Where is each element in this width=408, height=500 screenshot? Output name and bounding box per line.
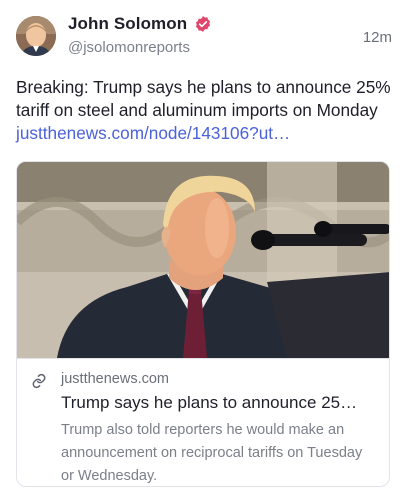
post-timestamp[interactable]: 12m: [363, 29, 392, 46]
link-preview-title[interactable]: Trump says he plans to announce 25…: [61, 393, 379, 413]
post-link[interactable]: justthenews.com/node/143106?ut…: [16, 123, 290, 143]
link-preview-domain: justthenews.com: [61, 371, 169, 387]
link-preview-meta[interactable]: justthenews.com Trump says he plans to a…: [17, 358, 389, 486]
article-photo[interactable]: [17, 162, 389, 358]
post-body-text: Breaking: Trump says he plans to announc…: [16, 77, 391, 120]
post-text: Breaking: Trump says he plans to announc…: [16, 76, 396, 145]
post[interactable]: John Solomon @jsolomonreports 12m Breaki…: [0, 0, 408, 500]
article-photo-icon: [17, 162, 389, 358]
verified-badge-icon: [195, 16, 211, 32]
author-avatar[interactable]: [16, 16, 56, 56]
avatar-photo-icon: [16, 16, 56, 56]
author-handle[interactable]: @jsolomonreports: [68, 39, 190, 56]
link-preview-card[interactable]: justthenews.com Trump says he plans to a…: [16, 161, 390, 487]
author-display-name[interactable]: John Solomon: [68, 14, 187, 34]
link-preview-description: Trump also told reporters he would make …: [61, 422, 363, 484]
link-icon: [32, 373, 46, 389]
